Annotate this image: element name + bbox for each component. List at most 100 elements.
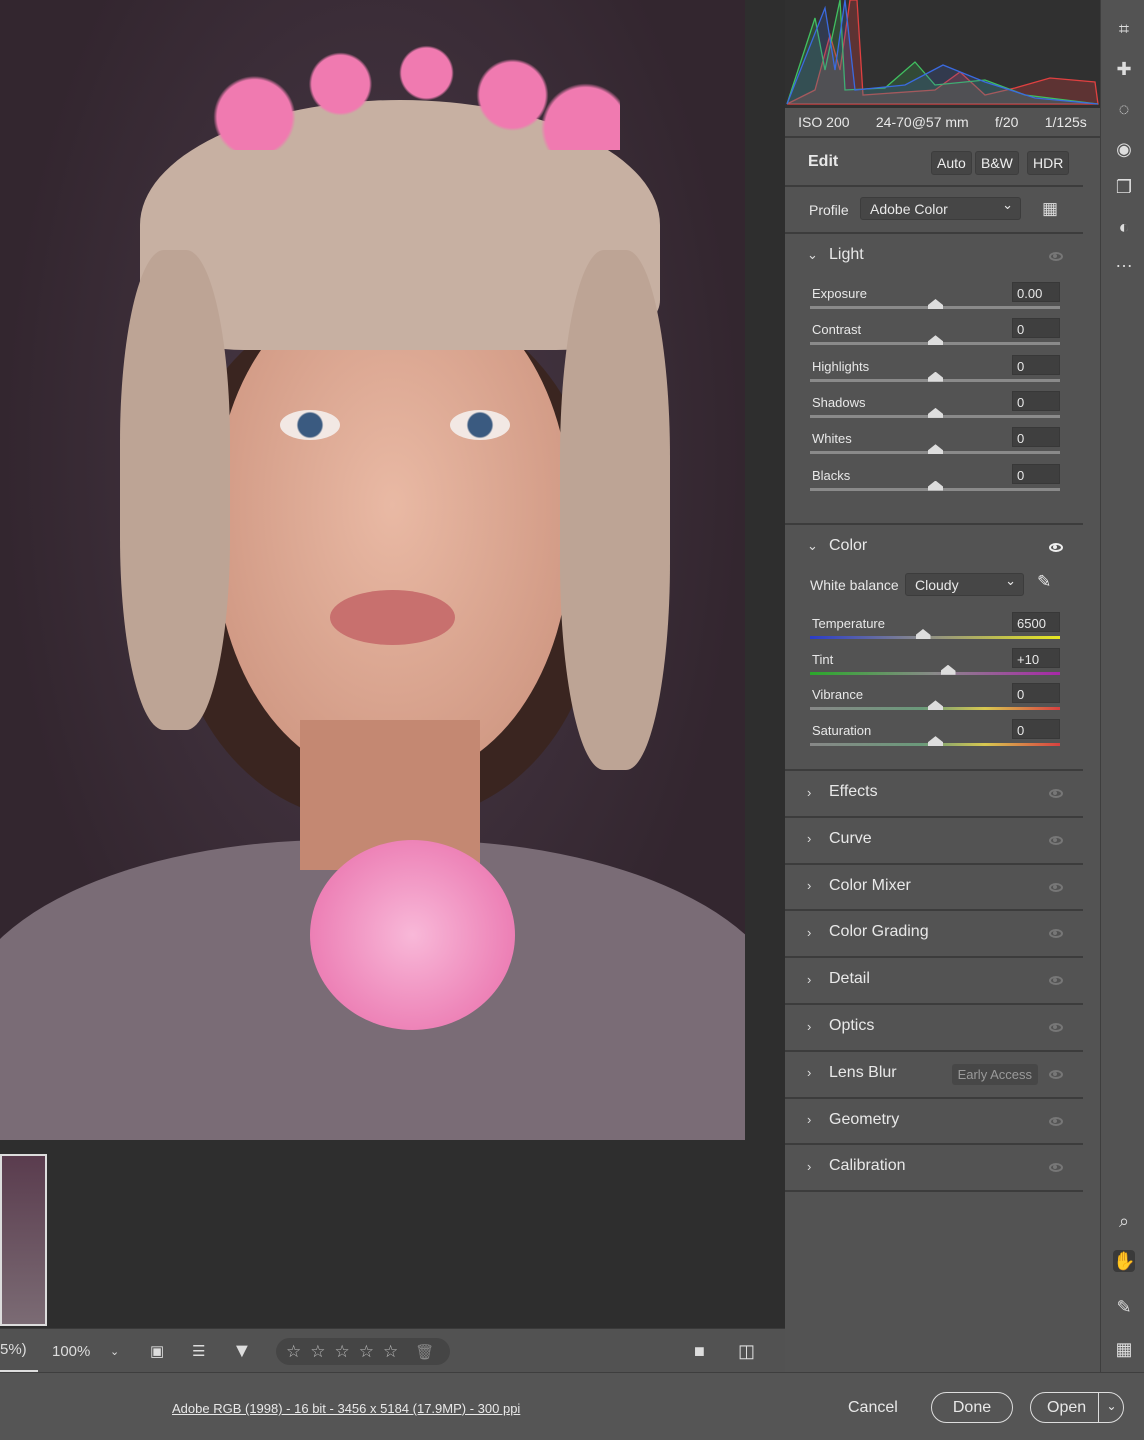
slider-thumb[interactable] [928, 480, 943, 491]
sampler-icon[interactable]: ✎ [1113, 1296, 1135, 1318]
section-geometry[interactable]: › Geometry [785, 1099, 1083, 1146]
crop-icon[interactable]: ⌗ [1113, 18, 1135, 40]
section-header[interactable]: › Geometry [807, 1111, 899, 1129]
presets-icon[interactable]: ◐ [1113, 216, 1135, 238]
snapshots-icon[interactable]: ❐ [1113, 176, 1135, 198]
slider-value-input[interactable]: 0 [1012, 390, 1060, 411]
hand-icon[interactable]: ✋ [1113, 1250, 1135, 1272]
redeye-icon[interactable]: ◉ [1113, 138, 1135, 160]
rating-stars[interactable]: ☆ ☆ ☆ ☆ ☆ 🗑 [276, 1338, 450, 1365]
slider-track[interactable] [810, 671, 1060, 675]
hdr-button[interactable]: HDR [1027, 151, 1070, 175]
section-color-grading[interactable]: › Color Grading [785, 911, 1083, 959]
eye-icon[interactable] [1049, 976, 1063, 986]
trash-icon[interactable]: 🗑 [415, 1343, 434, 1361]
section-header[interactable]: › Effects [807, 783, 878, 801]
slider-value-input[interactable]: +10 [1012, 647, 1060, 668]
slider-thumb[interactable] [940, 664, 956, 675]
slider-shadows[interactable]: Shadows 0 [810, 390, 1060, 427]
section-header[interactable]: › Detail [807, 970, 870, 988]
slider-thumb[interactable] [915, 629, 931, 639]
section-header[interactable]: › Calibration [807, 1157, 905, 1175]
eye-icon[interactable] [1049, 789, 1063, 798]
masking-icon[interactable]: ◌ [1113, 98, 1135, 120]
eye-icon[interactable] [1049, 1023, 1063, 1032]
filmstrip-options-icon[interactable]: ▣ [150, 1329, 164, 1373]
done-button[interactable]: Done [931, 1392, 1013, 1423]
eye-icon[interactable] [1049, 1116, 1063, 1126]
slider-value-input[interactable]: 0 [1012, 463, 1060, 484]
eye-icon[interactable] [1049, 252, 1063, 261]
section-lens-blur[interactable]: › Lens Blur Early Access [785, 1052, 1083, 1099]
workflow-options-link[interactable]: Adobe RGB (1998) - 16 bit - 3456 x 5184 … [172, 1401, 520, 1416]
zoom-fit-button[interactable]: 5%) [0, 1329, 38, 1373]
white-balance-select[interactable]: Cloudy [905, 573, 1024, 596]
eye-icon[interactable] [1049, 1163, 1063, 1173]
slider-temperature[interactable]: Temperature 6500 [810, 612, 1060, 648]
section-header[interactable]: › Color Grading [807, 923, 929, 941]
single-view-icon[interactable]: ■ [694, 1329, 705, 1373]
cancel-button[interactable]: Cancel [848, 1399, 898, 1417]
color-header[interactable]: ⌄ Color [807, 537, 867, 555]
section-header[interactable]: › Color Mixer [807, 877, 911, 895]
photo-preview[interactable] [0, 0, 745, 1140]
light-header[interactable]: ⌄ Light [807, 246, 864, 264]
slider-thumb[interactable] [928, 371, 943, 382]
star-icon[interactable]: ☆ [383, 1342, 398, 1362]
bw-button[interactable]: B&W [975, 151, 1019, 175]
slider-blacks[interactable]: Blacks 0 [810, 463, 1060, 500]
zoom-dropdown-icon[interactable]: ⌄ [110, 1329, 119, 1373]
slider-saturation[interactable]: Saturation 0 [810, 719, 1060, 755]
section-color-mixer[interactable]: › Color Mixer [785, 865, 1083, 912]
zoom-level-button[interactable]: 100% [52, 1329, 90, 1373]
star-icon[interactable]: ☆ [310, 1342, 325, 1362]
eye-icon[interactable] [1049, 543, 1063, 552]
slider-value-input[interactable]: 0 [1012, 354, 1060, 375]
slider-tint[interactable]: Tint +10 [810, 647, 1060, 684]
star-icon[interactable]: ☆ [286, 1342, 301, 1362]
section-header[interactable]: › Curve [807, 830, 872, 848]
section-detail[interactable]: › Detail [785, 958, 1083, 1005]
slider-thumb[interactable] [928, 299, 943, 309]
section-curve[interactable]: › Curve [785, 818, 1083, 865]
filmstrip-thumbnail[interactable] [0, 1154, 47, 1326]
section-header[interactable]: › Lens Blur [807, 1064, 897, 1082]
section-effects[interactable]: › Effects [785, 771, 1083, 818]
slider-value-input[interactable]: 0 [1012, 683, 1060, 704]
open-dropdown-icon[interactable]: ⌄ [1098, 1393, 1124, 1422]
before-after-icon[interactable]: ◫ [738, 1329, 755, 1373]
grid-icon[interactable]: ▦ [1113, 1338, 1135, 1360]
slider-thumb[interactable] [928, 335, 943, 346]
slider-exposure[interactable]: Exposure 0.00 [810, 282, 1060, 318]
slider-track[interactable] [810, 636, 1060, 639]
auto-button[interactable]: Auto [931, 151, 972, 175]
section-calibration[interactable]: › Calibration [785, 1145, 1083, 1193]
slider-value-input[interactable]: 0 [1012, 427, 1060, 448]
slider-value-input[interactable]: 6500 [1012, 612, 1060, 632]
eye-icon[interactable] [1049, 882, 1063, 892]
star-icon[interactable]: ☆ [359, 1342, 374, 1362]
eye-icon[interactable] [1049, 835, 1063, 845]
slider-thumb[interactable] [928, 736, 943, 747]
slider-contrast[interactable]: Contrast 0 [810, 318, 1060, 354]
section-optics[interactable]: › Optics [785, 1005, 1083, 1052]
eye-icon[interactable] [1049, 929, 1063, 939]
section-header[interactable]: › Optics [807, 1017, 874, 1035]
zoom-icon[interactable]: ⌕ [1113, 1210, 1135, 1232]
slider-value-input[interactable]: 0.00 [1012, 282, 1060, 302]
slider-value-input[interactable]: 0 [1012, 719, 1060, 740]
profile-select[interactable]: Adobe Color [860, 197, 1021, 220]
slider-thumb[interactable] [928, 444, 943, 455]
healing-icon[interactable]: ✚ [1113, 58, 1135, 80]
sort-icon[interactable]: ☰ [192, 1329, 205, 1373]
open-button[interactable]: Open ⌄ [1030, 1392, 1124, 1423]
eye-icon[interactable] [1049, 1069, 1063, 1079]
slider-highlights[interactable]: Highlights 0 [810, 354, 1060, 391]
more-icon[interactable]: … [1113, 250, 1135, 272]
slider-thumb[interactable] [928, 407, 943, 418]
slider-value-input[interactable]: 0 [1012, 318, 1060, 339]
slider-whites[interactable]: Whites 0 [810, 427, 1060, 463]
filter-icon[interactable]: ▼ [232, 1329, 252, 1373]
slider-thumb[interactable] [928, 700, 943, 711]
star-icon[interactable]: ☆ [335, 1342, 350, 1362]
